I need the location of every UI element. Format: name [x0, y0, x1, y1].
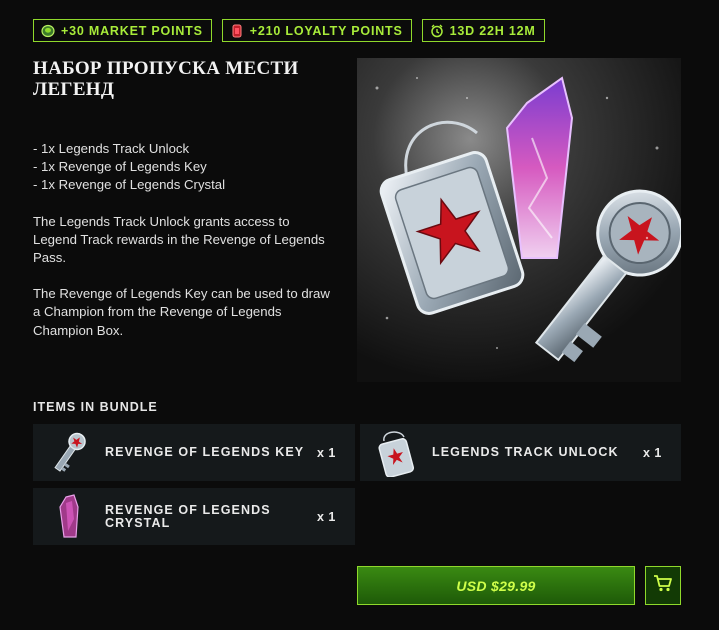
bundle-item-key: REVENGE OF LEGENDS KEY x 1 — [33, 424, 355, 481]
bundle-description: - 1x Legends Track Unlock - 1x Revenge o… — [33, 140, 333, 358]
bundle-hero-image — [357, 58, 681, 382]
description-paragraph: The Revenge of Legends Key can be used t… — [33, 286, 330, 338]
market-points-text: +30 MARKET POINTS — [61, 23, 203, 38]
dogtag-icon — [360, 424, 418, 481]
description-paragraph: The Legends Track Unlock grants access t… — [33, 213, 325, 266]
bundle-item-track-unlock: LEGENDS TRACK UNLOCK x 1 — [360, 424, 681, 481]
crystal-icon — [33, 488, 91, 545]
cart-icon — [653, 574, 673, 597]
bundle-contents-list: - 1x Legends Track Unlock - 1x Revenge o… — [33, 140, 333, 195]
item-name: REVENGE OF LEGENDS KEY — [105, 445, 305, 459]
timer-badge: 13D 22H 12M — [421, 19, 545, 42]
add-to-cart-button[interactable] — [645, 566, 681, 605]
list-item: - 1x Revenge of Legends Key — [33, 159, 207, 175]
items-in-bundle-label: ITEMS IN BUNDLE — [33, 400, 158, 414]
market-points-badge: +30 MARKET POINTS — [33, 19, 212, 42]
buy-button[interactable]: USD $29.99 — [357, 566, 635, 605]
reward-badges: +30 MARKET POINTS +210 LOYALTY POINTS 13… — [33, 19, 545, 42]
price-label: USD $29.99 — [456, 577, 536, 594]
key-icon — [33, 424, 91, 481]
timer-text: 13D 22H 12M — [449, 23, 536, 38]
item-name: LEGENDS TRACK UNLOCK — [432, 445, 619, 459]
bundle-artwork — [357, 58, 681, 382]
market-points-icon — [41, 24, 55, 38]
item-quantity: x 1 — [317, 509, 336, 524]
loyalty-points-text: +210 LOYALTY POINTS — [249, 23, 403, 38]
loyalty-points-icon — [230, 24, 244, 38]
list-item: - 1x Revenge of Legends Crystal — [33, 177, 226, 193]
item-quantity: x 1 — [643, 445, 662, 460]
list-item: - 1x Legends Track Unlock — [33, 141, 190, 156]
alarm-clock-icon — [430, 24, 444, 38]
bundle-item-crystal: REVENGE OF LEGENDS CRYSTAL x 1 — [33, 488, 355, 545]
loyalty-points-badge: +210 LOYALTY POINTS — [221, 19, 412, 42]
item-quantity: x 1 — [317, 445, 336, 460]
bundle-title: НАБОР ПРОПУСКА МЕСТИ ЛЕГЕНД — [33, 58, 299, 100]
item-name: REVENGE OF LEGENDS CRYSTAL — [105, 502, 271, 530]
